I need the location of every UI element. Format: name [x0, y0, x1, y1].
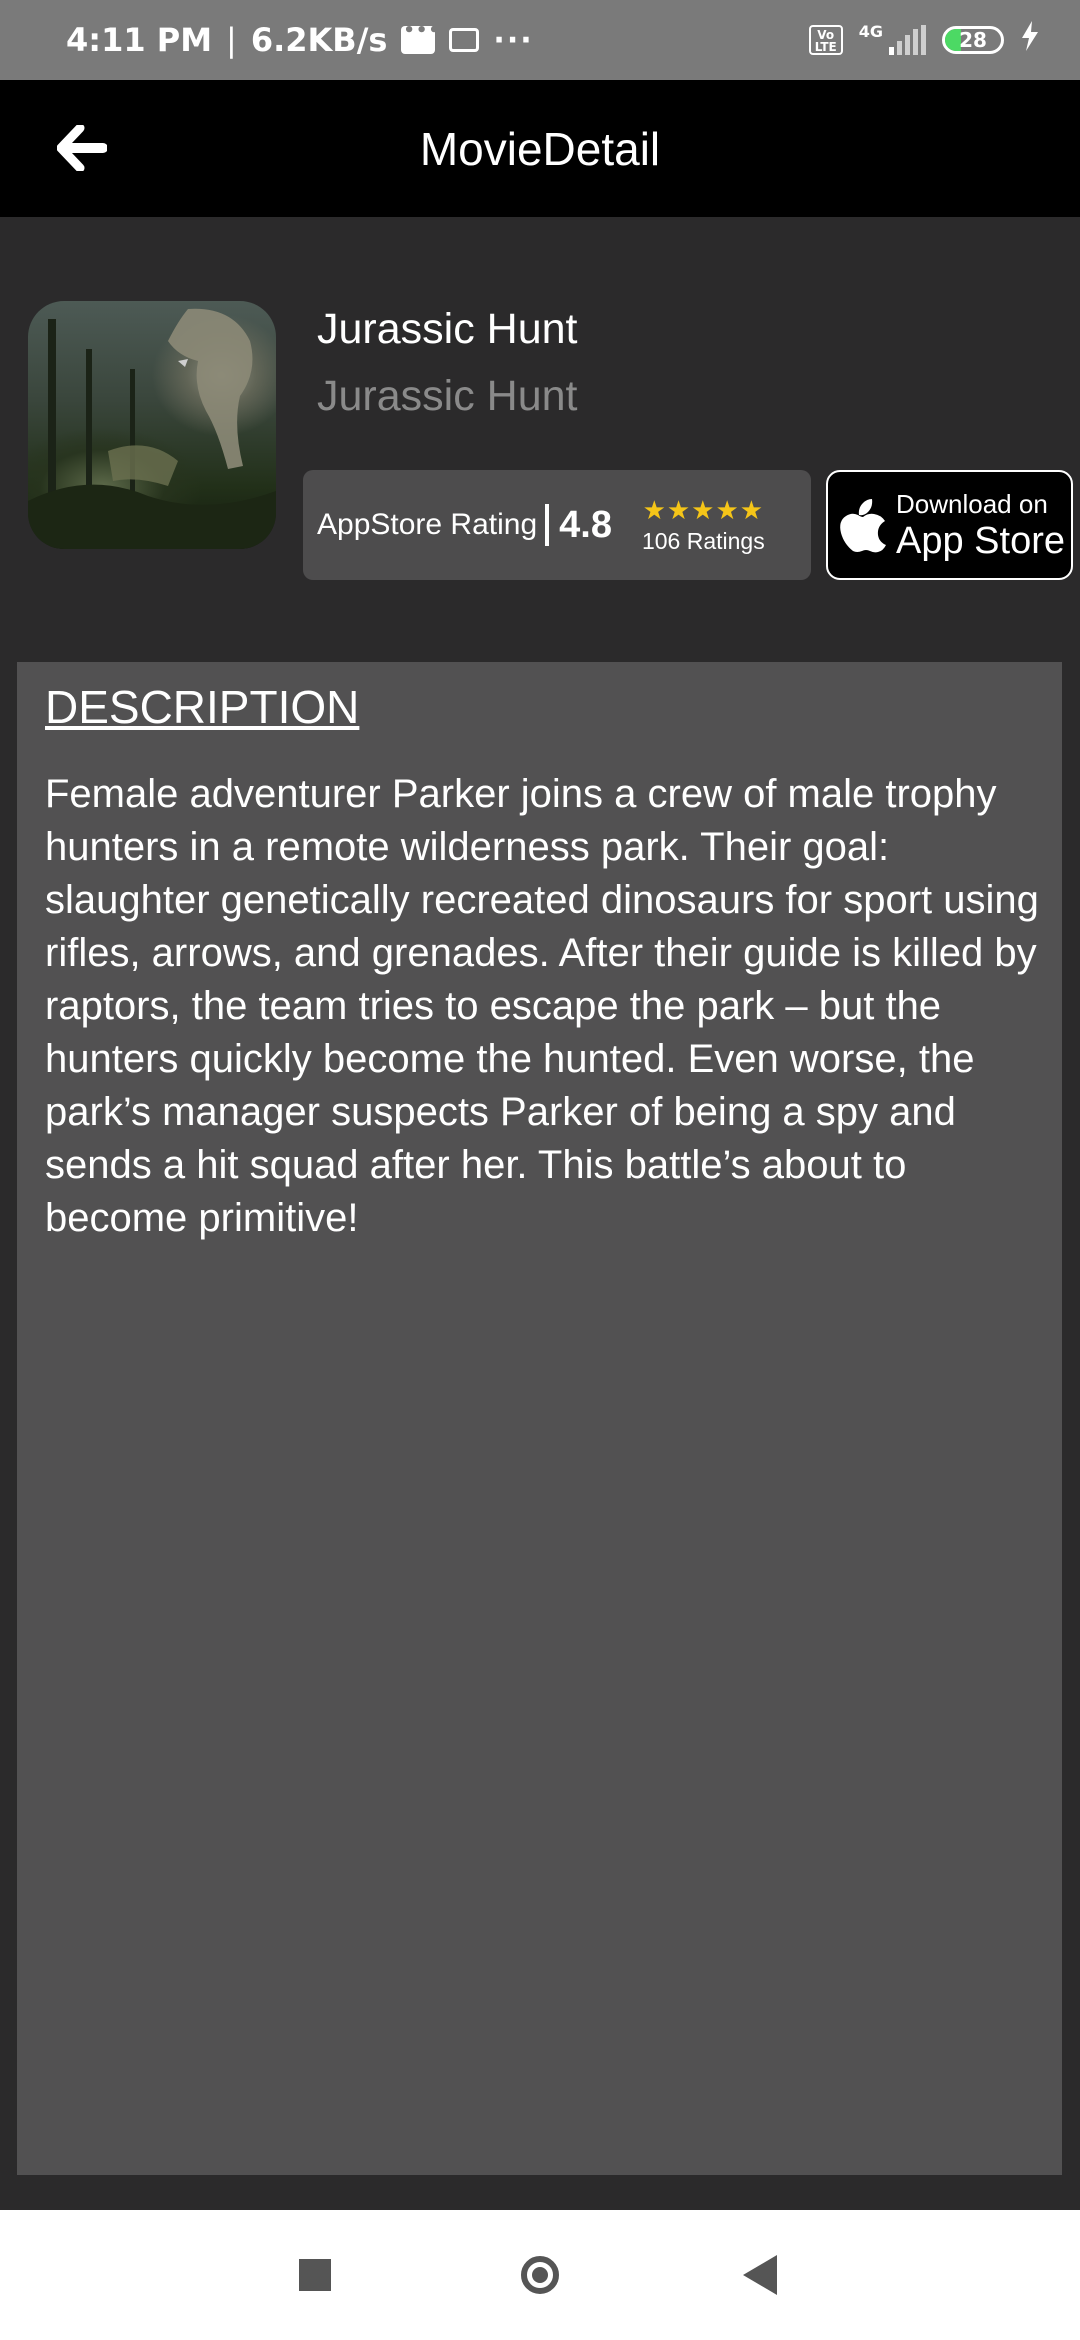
battery-icon: 28 — [942, 26, 1004, 54]
status-separator: | — [226, 21, 237, 59]
system-back-button[interactable] — [700, 2210, 820, 2340]
network-type: 4G — [858, 22, 883, 41]
description-body: Female adventurer Parker joins a crew of… — [45, 772, 1039, 1240]
more-notifications-icon: ··· — [493, 22, 534, 58]
star-rating-icon: ★★★★★ — [642, 494, 765, 525]
circle-home-icon — [521, 2256, 559, 2294]
rating-value: 4.8 — [559, 503, 612, 546]
volte-icon: Vo LTE — [808, 25, 843, 55]
appstore-big-text: App Store — [896, 519, 1065, 562]
back-button[interactable] — [44, 110, 120, 186]
app-bar: MovieDetail — [0, 80, 1080, 217]
cast-icon — [449, 28, 480, 52]
movie-header: Jurassic Hunt Jurassic Hunt AppStore Rat… — [0, 217, 1080, 662]
poster-dinosaur — [28, 308, 276, 549]
status-right: Vo LTE 4G 28 — [808, 0, 1040, 80]
download-app-store-button[interactable]: Download on App Store — [826, 470, 1073, 580]
rating-divider — [545, 504, 550, 546]
message-icon — [401, 20, 441, 54]
home-button[interactable] — [480, 2210, 600, 2340]
description-card: DESCRIPTION Female adventurer Parker joi… — [17, 662, 1062, 2175]
description-heading: DESCRIPTION — [45, 681, 360, 733]
page-title: MovieDetail — [419, 122, 661, 175]
appstore-rating-box: AppStore Rating 4.8 ★★★★★ 106 Ratings — [303, 470, 811, 580]
appstore-texts: Download on App Store — [896, 489, 1065, 562]
rating-details: ★★★★★ 106 Ratings — [642, 496, 765, 555]
movie-subtitle: Jurassic Hunt — [317, 372, 578, 420]
status-left: 4:11 PM | 6.2KB/s ··· — [66, 0, 534, 80]
appstore-small-text: Download on — [896, 488, 1048, 519]
status-speed: 6.2KB/s — [250, 21, 388, 59]
battery-level: 28 — [959, 28, 987, 52]
rating-label: AppStore Rating — [317, 508, 538, 541]
square-icon — [299, 2259, 331, 2291]
triangle-back-icon — [743, 2255, 777, 2295]
system-nav-bar — [0, 2210, 1080, 2340]
recents-button[interactable] — [255, 2210, 375, 2340]
signal-icon — [889, 25, 926, 55]
charging-bolt-icon — [1020, 21, 1040, 59]
apple-icon — [840, 499, 886, 553]
rating-count: 106 Ratings — [641, 527, 765, 554]
status-bar: 4:11 PM | 6.2KB/s ··· Vo LTE 4G 28 — [0, 0, 1080, 80]
movie-poster — [28, 301, 276, 549]
movie-title: Jurassic Hunt — [317, 305, 578, 353]
status-time: 4:11 PM — [66, 21, 213, 59]
arrow-left-icon — [57, 125, 107, 171]
